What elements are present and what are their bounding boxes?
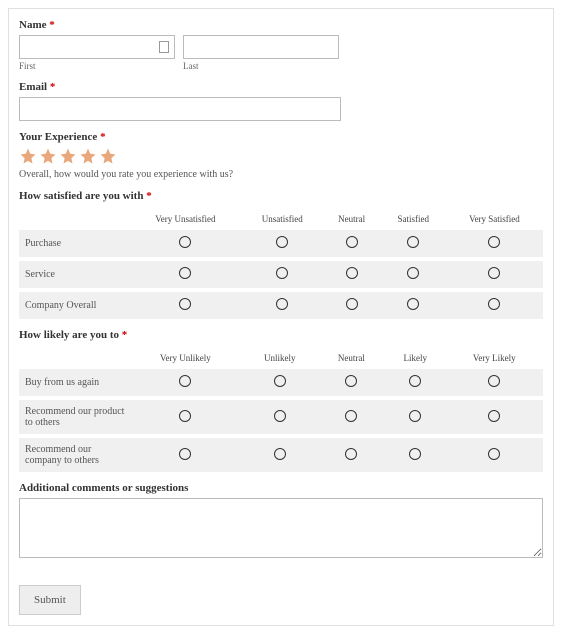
submit-button[interactable]: Submit	[19, 585, 81, 615]
row-label: Service	[19, 259, 129, 290]
radio-option[interactable]	[179, 298, 191, 310]
radio-option[interactable]	[407, 236, 419, 248]
last-name-sublabel: Last	[183, 61, 339, 71]
row-label: Recommend our product to others	[19, 398, 129, 436]
row-label: Purchase	[19, 230, 129, 259]
comments-label: Additional comments or suggestions	[19, 482, 543, 494]
radio-option[interactable]	[179, 410, 191, 422]
radio-option[interactable]	[409, 375, 421, 387]
col-header: Neutral	[318, 347, 385, 369]
star-icon[interactable]	[39, 147, 57, 165]
radio-option[interactable]	[276, 298, 288, 310]
radio-option[interactable]	[345, 448, 357, 460]
radio-option[interactable]	[346, 267, 358, 279]
survey-form: Name * First Last Email * Your Experienc…	[8, 8, 554, 626]
col-header: Neutral	[323, 208, 381, 230]
experience-helper: Overall, how would you rate you experien…	[19, 169, 543, 180]
col-header: Very Unsatisfied	[129, 208, 242, 230]
radio-option[interactable]	[179, 448, 191, 460]
table-row: Purchase	[19, 230, 543, 259]
star-icon[interactable]	[79, 147, 97, 165]
radio-option[interactable]	[274, 448, 286, 460]
satisfaction-field: How satisfied are you with * Very Unsati…	[19, 190, 543, 319]
likelihood-label: How likely are you to *	[19, 329, 543, 341]
radio-option[interactable]	[179, 375, 191, 387]
required-marker: *	[146, 190, 152, 202]
col-header: Very Satisfied	[446, 208, 543, 230]
comments-field: Additional comments or suggestions	[19, 482, 543, 561]
radio-option[interactable]	[276, 267, 288, 279]
radio-option[interactable]	[274, 410, 286, 422]
radio-option[interactable]	[488, 236, 500, 248]
row-label: Company Overall	[19, 290, 129, 319]
row-label: Recommend our company to others	[19, 436, 129, 472]
satisfaction-label: How satisfied are you with *	[19, 190, 543, 202]
col-header: Likely	[385, 347, 446, 369]
star-rating[interactable]	[19, 147, 543, 165]
col-header: Very Unlikely	[129, 347, 242, 369]
radio-option[interactable]	[488, 410, 500, 422]
last-name-input[interactable]	[183, 35, 339, 59]
radio-option[interactable]	[346, 298, 358, 310]
name-label: Name *	[19, 19, 543, 31]
experience-label: Your Experience *	[19, 131, 543, 143]
radio-option[interactable]	[409, 448, 421, 460]
email-label: Email *	[19, 81, 543, 93]
radio-option[interactable]	[488, 375, 500, 387]
first-name-input[interactable]	[19, 35, 175, 59]
radio-option[interactable]	[345, 410, 357, 422]
radio-option[interactable]	[407, 267, 419, 279]
table-row: Buy from us again	[19, 369, 543, 398]
first-name-sublabel: First	[19, 61, 175, 71]
col-header: Very Likely	[445, 347, 543, 369]
satisfaction-matrix: Very Unsatisfied Unsatisfied Neutral Sat…	[19, 208, 543, 319]
required-marker: *	[50, 81, 56, 93]
email-field: Email *	[19, 81, 543, 121]
name-field: Name * First Last	[19, 19, 543, 71]
star-icon[interactable]	[59, 147, 77, 165]
radio-option[interactable]	[407, 298, 419, 310]
email-input[interactable]	[19, 97, 341, 121]
radio-option[interactable]	[179, 267, 191, 279]
star-icon[interactable]	[99, 147, 117, 165]
likelihood-field: How likely are you to * Very Unlikely Un…	[19, 329, 543, 472]
table-row: Recommend our product to others	[19, 398, 543, 436]
radio-option[interactable]	[345, 375, 357, 387]
required-marker: *	[122, 329, 128, 341]
radio-option[interactable]	[274, 375, 286, 387]
star-icon[interactable]	[19, 147, 37, 165]
radio-option[interactable]	[346, 236, 358, 248]
table-row: Service	[19, 259, 543, 290]
required-marker: *	[100, 131, 106, 143]
table-row: Recommend our company to others	[19, 436, 543, 472]
col-header: Satisfied	[381, 208, 446, 230]
col-header: Unlikely	[242, 347, 318, 369]
likelihood-matrix: Very Unlikely Unlikely Neutral Likely Ve…	[19, 347, 543, 472]
radio-option[interactable]	[276, 236, 288, 248]
radio-option[interactable]	[488, 298, 500, 310]
row-label: Buy from us again	[19, 369, 129, 398]
radio-option[interactable]	[488, 267, 500, 279]
experience-field: Your Experience * Overall, how would you…	[19, 131, 543, 180]
table-row: Company Overall	[19, 290, 543, 319]
required-marker: *	[49, 19, 55, 31]
radio-option[interactable]	[409, 410, 421, 422]
col-header: Unsatisfied	[242, 208, 323, 230]
radio-option[interactable]	[488, 448, 500, 460]
comments-textarea[interactable]	[19, 498, 543, 558]
radio-option[interactable]	[179, 236, 191, 248]
